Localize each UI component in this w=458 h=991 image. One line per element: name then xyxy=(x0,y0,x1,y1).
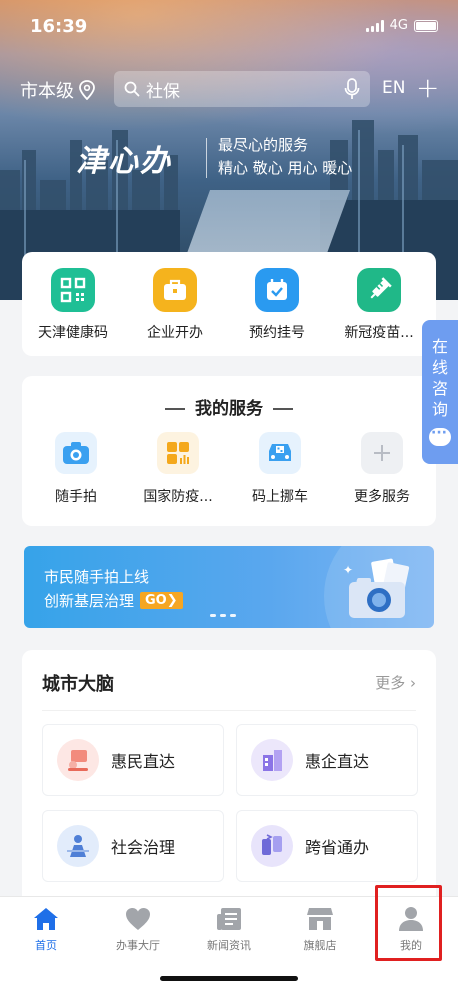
camera-icon xyxy=(55,432,97,474)
plus-icon xyxy=(361,432,403,474)
slogan-line-1: 最尽心的服务 xyxy=(218,136,309,154)
tab-service-hall[interactable]: 办事大厅 xyxy=(92,905,184,953)
quick-link-business-setup[interactable]: 企业开办 xyxy=(125,268,225,342)
quick-link-label: 预约挂号 xyxy=(249,325,305,341)
my-services-title: 我的服务 xyxy=(22,394,436,419)
city-label: 市本级 xyxy=(20,81,74,102)
online-consult-tab[interactable]: 在线咨询 xyxy=(422,320,458,464)
tab-store[interactable]: 旗舰店 xyxy=(274,905,366,953)
title-dash-left xyxy=(165,408,185,410)
divider xyxy=(42,710,416,711)
syringe-icon xyxy=(357,268,401,312)
briefcase-icon xyxy=(153,268,197,312)
carousel-dots xyxy=(210,614,236,617)
quick-link-vaccine[interactable]: 新冠疫苗... xyxy=(329,268,429,342)
city-selector[interactable]: 市本级 xyxy=(20,77,96,103)
online-consult-label: 在线咨询 xyxy=(431,337,448,419)
quick-link-label: 新冠疫苗... xyxy=(344,325,414,341)
tab-home[interactable]: 首页 xyxy=(0,905,92,953)
signal-icon xyxy=(365,19,384,32)
quick-links-card: 天津健康码 企业开办 预约挂号 新冠疫苗... xyxy=(22,252,436,356)
cross-province-icon xyxy=(251,825,293,867)
quick-link-appointment[interactable]: 预约挂号 xyxy=(227,268,327,342)
service-move-car[interactable]: 码上挪车 xyxy=(230,432,330,506)
car-qr-icon xyxy=(259,432,301,474)
svg-text:✦: ✦ xyxy=(343,563,353,577)
slogan-divider xyxy=(206,138,207,178)
tile-label: 跨省通办 xyxy=(305,838,370,857)
calendar-check-icon xyxy=(255,268,299,312)
status-indicators: 4G xyxy=(365,18,438,33)
network-type: 4G xyxy=(389,18,408,33)
tab-label: 旗舰店 xyxy=(303,939,337,952)
service-label: 码上挪车 xyxy=(252,489,308,505)
my-services-title-text: 我的服务 xyxy=(195,399,263,419)
service-label: 国家防疫... xyxy=(143,489,213,505)
tile-social-governance[interactable]: 社会治理 xyxy=(42,810,224,882)
quick-link-label: 天津健康码 xyxy=(38,325,108,341)
my-services-card: 我的服务 随手拍 国家防疫... 码上挪车 更多服务 xyxy=(22,376,436,526)
chevron-right-icon: › xyxy=(410,674,416,692)
slogan: 最尽心的服务 精心 敬心 用心 暖心 xyxy=(218,134,352,180)
quick-link-health-code[interactable]: 天津健康码 xyxy=(23,268,123,342)
language-toggle[interactable]: EN xyxy=(382,78,405,98)
tile-label: 惠企直达 xyxy=(305,752,370,771)
enterprise-icon xyxy=(251,739,293,781)
search-icon xyxy=(124,81,140,97)
service-label: 更多服务 xyxy=(354,489,410,505)
banner-line-1: 市民随手拍上线 xyxy=(44,568,150,586)
tile-cross-province[interactable]: 跨省通办 xyxy=(236,810,418,882)
add-icon[interactable]: + xyxy=(416,74,439,102)
promo-banner[interactable]: 市民随手拍上线 创新基层治理 GO❯ ✦ ✦ xyxy=(24,546,434,628)
service-epidemic-prevention[interactable]: 国家防疫... xyxy=(128,432,228,506)
home-icon xyxy=(0,905,92,933)
tab-label: 新闻资讯 xyxy=(207,939,251,952)
more-label: 更多 xyxy=(375,674,406,692)
city-brain-title: 城市大脑 xyxy=(42,674,114,695)
city-brain-card: 城市大脑 更多 › 惠民直达 惠企直达 社会治理 跨省通办 xyxy=(22,650,436,910)
service-more[interactable]: 更多服务 xyxy=(332,432,432,506)
title-dash-right xyxy=(273,408,293,410)
top-bar: 市本级 社保 EN + xyxy=(0,70,458,108)
news-icon xyxy=(183,905,275,933)
microphone-icon[interactable] xyxy=(344,78,360,100)
search-input[interactable]: 社保 xyxy=(114,71,370,107)
store-icon xyxy=(274,905,366,933)
app-brand-logo: 津心办 xyxy=(76,144,172,179)
tab-label: 办事大厅 xyxy=(116,939,160,952)
governance-icon xyxy=(57,825,99,867)
search-placeholder: 社保 xyxy=(146,81,180,102)
status-bar: 16:39 4G xyxy=(0,0,458,50)
city-brain-more-link[interactable]: 更多 › xyxy=(375,672,416,693)
heart-icon xyxy=(92,905,184,933)
slogan-line-2: 精心 敬心 用心 暖心 xyxy=(218,159,353,177)
chat-bubble-icon xyxy=(429,423,451,446)
home-indicator[interactable] xyxy=(160,976,298,981)
tile-huimin[interactable]: 惠民直达 xyxy=(42,724,224,796)
people-service-icon xyxy=(57,739,99,781)
tab-label: 首页 xyxy=(35,939,57,952)
service-snapshot[interactable]: 随手拍 xyxy=(26,432,126,506)
banner-line-2: 创新基层治理 GO❯ xyxy=(44,590,183,611)
battery-icon xyxy=(414,19,438,32)
banner-go-button[interactable]: GO❯ xyxy=(140,592,183,609)
camera-illustration-icon: ✦ ✦ xyxy=(343,558,410,618)
banner-line-2-text: 创新基层治理 xyxy=(44,592,135,610)
tile-label: 社会治理 xyxy=(111,838,176,857)
highlight-box-annotation xyxy=(375,885,442,961)
tile-label: 惠民直达 xyxy=(111,752,176,771)
location-pin-icon xyxy=(79,80,95,100)
quick-link-label: 企业开办 xyxy=(147,325,203,341)
service-label: 随手拍 xyxy=(55,489,97,505)
tile-huiqi[interactable]: 惠企直达 xyxy=(236,724,418,796)
tab-news[interactable]: 新闻资讯 xyxy=(183,905,275,953)
qr-code-icon xyxy=(51,268,95,312)
grid-chart-icon xyxy=(157,432,199,474)
status-time: 16:39 xyxy=(30,16,88,37)
